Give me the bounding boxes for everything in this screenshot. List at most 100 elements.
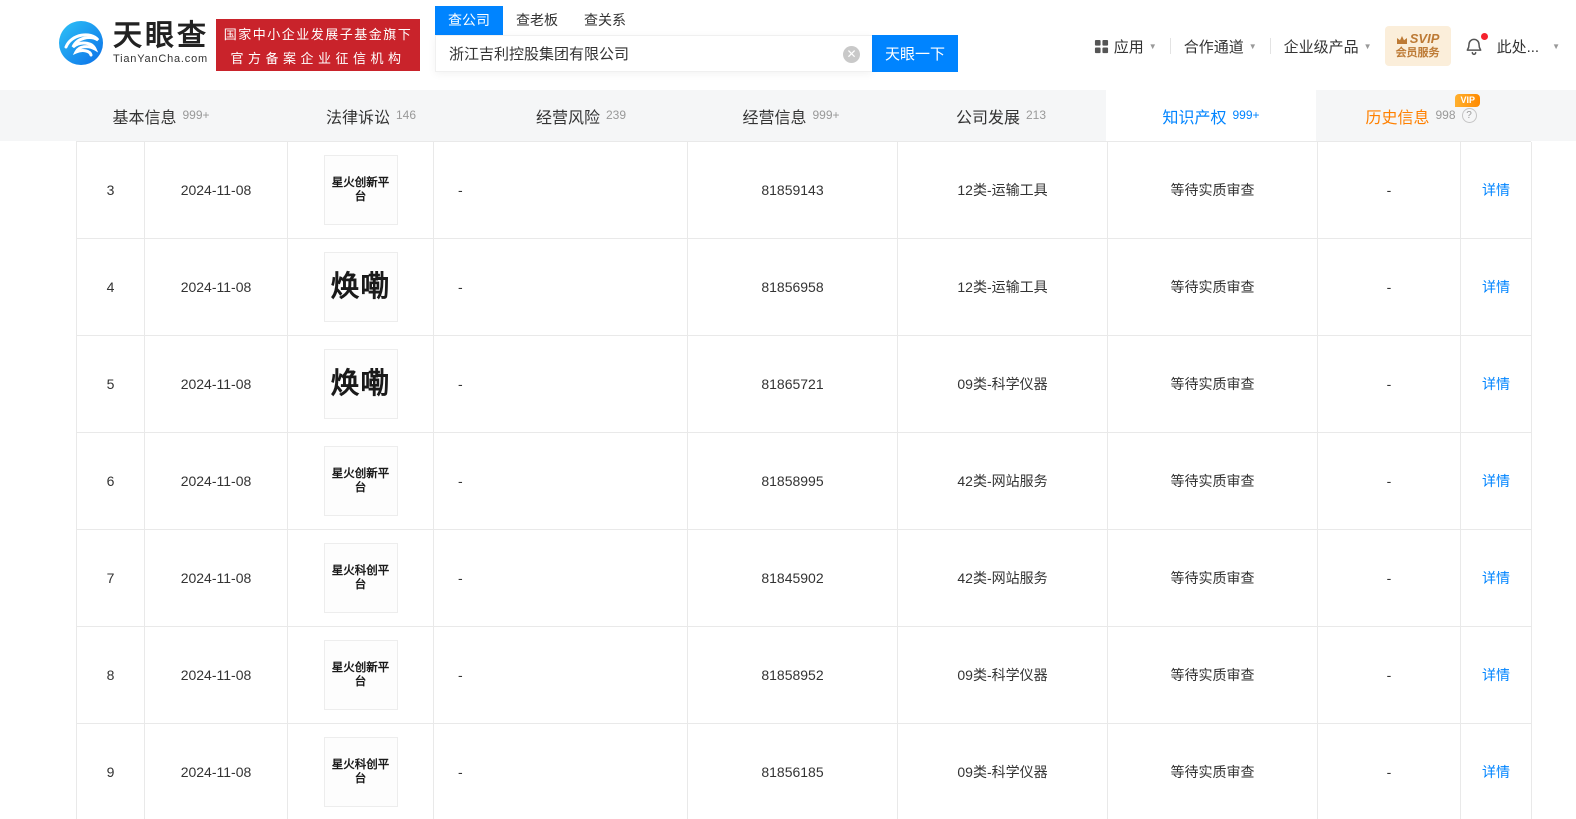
row-empty-col: - [434, 142, 688, 239]
detail-link[interactable]: 详情 [1482, 471, 1510, 491]
row-category: 12类-运输工具 [898, 142, 1108, 239]
tab-count: 999+ [182, 107, 210, 122]
row-detail-cell: 详情 [1461, 530, 1532, 627]
svip-subtitle: 会员服务 [1395, 47, 1440, 60]
row-category: 09类-科学仪器 [898, 336, 1108, 433]
row-category: 42类-网站服务 [898, 530, 1108, 627]
tab-label: 经营信息 [742, 109, 807, 127]
detail-link[interactable]: 详情 [1482, 277, 1510, 297]
row-registration-number: 81856958 [688, 239, 898, 336]
crown-icon [1396, 35, 1407, 44]
detail-link[interactable]: 详情 [1482, 665, 1510, 685]
detail-link[interactable]: 详情 [1482, 374, 1510, 394]
search-tabs: 查公司 查老板 查关系 [435, 6, 958, 35]
help-icon[interactable]: ? [1461, 108, 1477, 123]
tab-history-info[interactable]: 历史信息 998 VIP ? [1316, 90, 1526, 141]
tab-company-development[interactable]: 公司发展 213 [896, 90, 1106, 141]
divider [1169, 38, 1171, 54]
nav-enterprise-products[interactable]: 企业级产品 ▼ [1284, 36, 1372, 57]
trademark-image[interactable]: 星火创新平台 [323, 640, 398, 710]
notification-dot [1480, 33, 1488, 40]
notification-bell[interactable] [1464, 33, 1488, 56]
table-row: 4 2024-11-08 焕嘞 - 81856958 12类-运输工具 等待实质… [77, 239, 1532, 336]
trademark-image[interactable]: 焕嘞 [323, 252, 398, 322]
tab-business-info[interactable]: 经营信息 999+ [686, 90, 896, 141]
brand-name: 天眼查 [113, 19, 210, 52]
row-registration-number: 81858995 [688, 433, 898, 530]
search-row: ✕ 天眼一下 [435, 35, 958, 72]
nav-more-label: 此处... [1496, 38, 1540, 56]
row-status: 等待实质审查 [1108, 724, 1318, 819]
nav-enterprise-label: 企业级产品 [1283, 38, 1359, 56]
chevron-down-icon[interactable]: ▼ [1552, 42, 1560, 51]
tab-intellectual-property[interactable]: 知识产权 999+ [1106, 90, 1316, 141]
search-tab-boss[interactable]: 查老板 [503, 6, 571, 35]
row-detail-cell: 详情 [1461, 142, 1532, 239]
row-empty-col2: - [1318, 142, 1461, 239]
row-status: 等待实质审查 [1108, 239, 1318, 336]
divider [1269, 38, 1271, 54]
tab-label: 历史信息 [1365, 109, 1430, 127]
row-category: 12类-运输工具 [898, 239, 1108, 336]
search-tab-relation[interactable]: 查关系 [571, 6, 639, 35]
search-tab-company[interactable]: 查公司 [435, 6, 503, 35]
gov-badge-line2: 官方备案企业征信机构 [230, 50, 406, 66]
clear-icon[interactable]: ✕ [843, 46, 860, 63]
apps-grid-icon [1094, 39, 1108, 53]
row-mark-cell: 星火科创平台 [288, 724, 434, 819]
row-registration-number: 81865721 [688, 336, 898, 433]
row-detail-cell: 详情 [1461, 724, 1532, 819]
tab-count: 146 [395, 107, 417, 122]
row-empty-col: - [434, 530, 688, 627]
row-registration-number: 81858952 [688, 627, 898, 724]
trademark-image[interactable]: 焕嘞 [323, 349, 398, 419]
row-application-date: 2024-11-08 [145, 142, 288, 239]
nav-apps[interactable]: 应用 ▼ [1094, 36, 1157, 57]
search-button[interactable]: 天眼一下 [872, 35, 958, 72]
table-row: 3 2024-11-08 星火创新平台 - 81859143 12类-运输工具 … [77, 142, 1532, 239]
row-index: 9 [77, 724, 145, 819]
row-detail-cell: 详情 [1461, 627, 1532, 724]
trademark-image[interactable]: 星火创新平台 [323, 155, 398, 225]
row-index: 5 [77, 336, 145, 433]
tab-basic-info[interactable]: 基本信息 999+ [56, 90, 266, 141]
trademark-image[interactable]: 星火创新平台 [323, 446, 398, 516]
table-row: 6 2024-11-08 星火创新平台 - 81858995 42类-网站服务 … [77, 433, 1532, 530]
row-application-date: 2024-11-08 [145, 336, 288, 433]
logo[interactable]: 天眼查 TianYanCha.com [58, 20, 209, 66]
section-tab-bar: 基本信息 999+ 法律诉讼 146 经营风险 239 经营信息 999+ 公司… [0, 90, 1576, 141]
table-row: 9 2024-11-08 星火科创平台 - 81856185 09类-科学仪器 … [77, 724, 1532, 819]
search-input[interactable] [436, 36, 872, 71]
trademark-image[interactable]: 星火科创平台 [323, 737, 398, 807]
chevron-down-icon: ▼ [1363, 41, 1372, 51]
tab-count: 999+ [1232, 107, 1260, 122]
row-index: 8 [77, 627, 145, 724]
row-empty-col: - [434, 724, 688, 819]
nav-more[interactable]: 此处... [1497, 36, 1540, 57]
detail-link[interactable]: 详情 [1482, 568, 1510, 588]
row-empty-col: - [434, 336, 688, 433]
svip-title-row: SVIP [1396, 31, 1439, 47]
row-registration-number: 81856185 [688, 724, 898, 819]
row-detail-cell: 详情 [1461, 336, 1532, 433]
tab-label: 公司发展 [955, 109, 1020, 127]
tab-legal-proceedings[interactable]: 法律诉讼 146 [266, 90, 476, 141]
detail-link[interactable]: 详情 [1482, 762, 1510, 782]
tab-label: 知识产权 [1162, 109, 1227, 127]
tab-operation-risk[interactable]: 经营风险 239 [476, 90, 686, 141]
logo-text: 天眼查 TianYanCha.com [113, 19, 210, 65]
search-input-wrap: ✕ [435, 35, 872, 72]
table-row: 8 2024-11-08 星火创新平台 - 81858952 09类-科学仪器 … [77, 627, 1532, 724]
tab-count: 998 [1435, 107, 1456, 122]
trademark-table: 3 2024-11-08 星火创新平台 - 81859143 12类-运输工具 … [76, 141, 1532, 819]
detail-link[interactable]: 详情 [1482, 180, 1510, 200]
row-status: 等待实质审查 [1108, 336, 1318, 433]
nav-cooperation-label: 合作通道 [1183, 38, 1244, 56]
trademark-image[interactable]: 星火科创平台 [323, 543, 398, 613]
row-empty-col2: - [1318, 627, 1461, 724]
svip-badge[interactable]: SVIP 会员服务 [1384, 26, 1451, 66]
tab-count: 239 [605, 107, 627, 122]
row-empty-col: - [434, 627, 688, 724]
chevron-down-icon: ▼ [1148, 41, 1157, 51]
nav-cooperation[interactable]: 合作通道 ▼ [1184, 36, 1257, 57]
